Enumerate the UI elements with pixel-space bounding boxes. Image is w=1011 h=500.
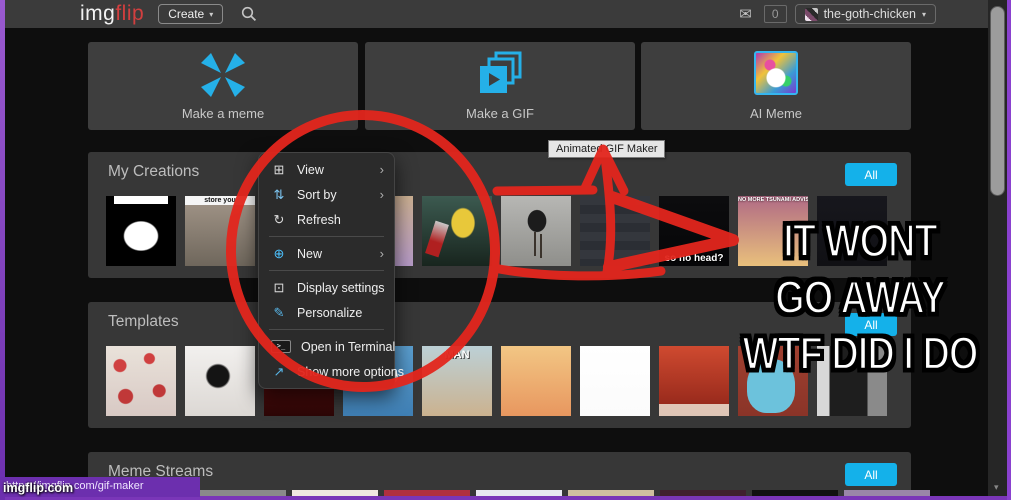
menu-item-label: Personalize — [297, 305, 363, 320]
search-icon[interactable] — [241, 6, 257, 22]
thumb-sunset-stickman[interactable] — [501, 346, 571, 416]
scroll-down-icon[interactable]: ▾ — [994, 482, 999, 493]
scrollbar-track[interactable]: ▾ — [988, 0, 1008, 497]
menu-item-new[interactable]: ⊕ New › — [259, 241, 394, 266]
meme-caption-line: WTF DID I DO — [742, 327, 980, 381]
tooltip: Animated GIF Maker — [548, 140, 666, 158]
scrollbar-thumb[interactable] — [990, 6, 1005, 196]
card-label: AI Meme — [749, 106, 802, 121]
meme-streams-section: Meme Streams All — [88, 452, 930, 498]
menu-item-personalize[interactable]: ✎ Personalize — [259, 300, 394, 325]
windows-context-menu: ⊞ View › ⇅ Sort by › ↻ Refresh ⊕ New › ⊡ Display set… — [258, 152, 404, 389]
submenu-chevron-icon: › — [379, 187, 384, 202]
thumb-silhouette-meme[interactable] — [106, 196, 176, 266]
personalize-icon: ✎ — [273, 304, 285, 320]
my-creations-all-button[interactable]: All — [845, 163, 897, 186]
menu-separator — [269, 236, 384, 237]
card-label: Make a GIF — [466, 106, 534, 121]
menu-item-label: Refresh — [297, 212, 341, 227]
thumb-troll-scream[interactable] — [185, 346, 255, 416]
ai-meme-icon — [754, 51, 798, 95]
menu-item-label: View — [297, 162, 324, 177]
chevron-down-icon: ▾ — [209, 9, 214, 19]
menu-item-sort-by[interactable]: ⇅ Sort by › — [259, 182, 394, 207]
desktop-edge-left — [0, 0, 5, 500]
thumb-corn-scream[interactable] — [422, 196, 492, 266]
thumb-blank-white[interactable] — [580, 346, 650, 416]
chevron-down-icon: ▾ — [921, 9, 926, 19]
menu-item-label: Show more options — [297, 364, 405, 379]
create-button-label: Create — [168, 7, 205, 21]
card-label: Make a meme — [181, 106, 265, 121]
menu-item-refresh[interactable]: ↻ Refresh — [259, 207, 394, 232]
logo-img-part: img — [80, 2, 116, 25]
meme-caption: IT WONT GO AWAY WTF DID I DO — [710, 214, 1010, 382]
user-menu[interactable]: the-goth-chicken ▾ — [794, 4, 936, 24]
pinwheel-meme-icon — [199, 51, 247, 104]
section-title: Templates — [108, 313, 179, 330]
thumb-chat-screenshot[interactable] — [580, 196, 650, 266]
menu-item-label: Display settings — [297, 280, 385, 295]
imgflip-logo[interactable]: imgflip — [80, 2, 144, 26]
menu-item-show-more-options[interactable]: ↗ Show more options — [259, 359, 404, 384]
thumb-caption: NO MORE TSUNAMI ADVISORY — [738, 197, 808, 203]
submenu-chevron-icon: › — [379, 162, 384, 177]
thumb-stoat[interactable]: store you — [185, 196, 255, 266]
make-a-gif-card[interactable]: Make a GIF — [365, 42, 635, 130]
display-settings-icon: ⊡ — [273, 279, 285, 295]
username: the-goth-chicken — [823, 7, 916, 21]
menu-item-label: New — [297, 246, 323, 261]
terminal-icon: >_ — [271, 340, 291, 353]
menu-item-open-in-terminal[interactable]: >_ Open in Terminal — [259, 334, 396, 359]
thumb-toilet-beach[interactable]: MAN — [422, 346, 492, 416]
thumb-baby-bird[interactable] — [501, 196, 571, 266]
refresh-icon: ↻ — [273, 211, 285, 227]
menu-separator — [269, 270, 384, 271]
ai-meme-card[interactable]: AI Meme — [641, 42, 911, 130]
imgflip-watermark: imgflip.com — [3, 481, 74, 495]
sort-icon: ⇅ — [273, 186, 285, 202]
desktop-edge-right — [1007, 0, 1011, 500]
make-a-meme-card[interactable]: Make a meme — [88, 42, 358, 130]
avatar — [804, 7, 818, 21]
thumb-caption: store you — [185, 196, 255, 205]
menu-item-label: Sort by — [297, 187, 337, 202]
meme-caption-line: IT WONT — [782, 215, 938, 269]
logo-flip-part: flip — [115, 2, 145, 25]
view-icon: ⊞ — [273, 161, 285, 177]
menu-item-label: Open in Terminal — [301, 339, 396, 354]
submenu-chevron-icon: › — [379, 246, 384, 261]
notification-count[interactable]: 0 — [763, 5, 787, 23]
menu-separator — [269, 329, 384, 330]
menu-item-display-settings[interactable]: ⊡ Display settings — [259, 275, 394, 300]
thumb-caption: MAN — [444, 349, 470, 361]
gif-stack-icon — [474, 51, 526, 106]
site-header: imgflip Create ▾ ✉ 0 the-goth-chicken ▾ — [5, 0, 988, 28]
create-button[interactable]: Create ▾ — [158, 4, 224, 24]
meme-streams-all-button[interactable]: All — [845, 463, 897, 486]
meme-caption-line: GO AWAY — [774, 271, 947, 325]
mail-icon[interactable]: ✉ — [739, 5, 752, 23]
thumb-heart-collage[interactable] — [106, 346, 176, 416]
new-icon: ⊕ — [273, 245, 285, 261]
menu-item-view[interactable]: ⊞ View › — [259, 157, 394, 182]
section-title: My Creations — [108, 163, 200, 180]
screenshot-canvas: imgflip Create ▾ ✉ 0 the-goth-chicken ▾ … — [0, 0, 1011, 500]
show-more-options-icon: ↗ — [273, 363, 285, 379]
